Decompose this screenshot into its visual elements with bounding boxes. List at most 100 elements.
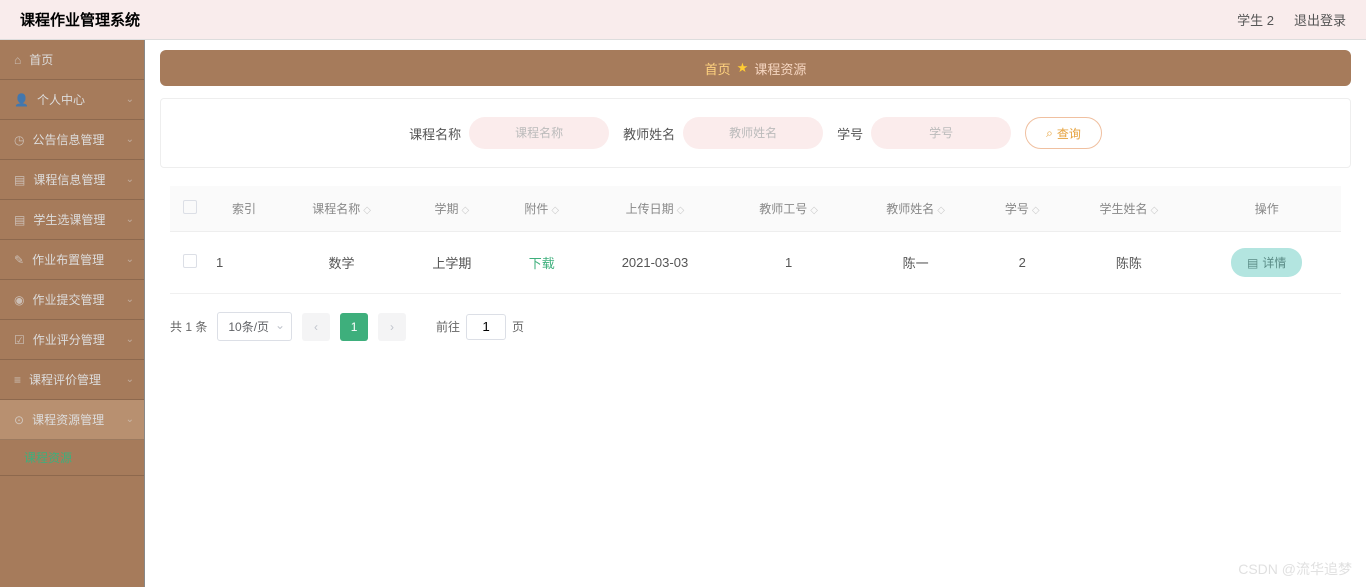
pagesize-select[interactable]: 10条/页	[217, 312, 292, 341]
col-term[interactable]: 学期◇	[405, 186, 499, 232]
app-title: 课程作业管理系统	[20, 9, 140, 30]
col-sid[interactable]: 学号◇	[979, 186, 1065, 232]
sort-icon: ◇	[937, 205, 945, 216]
sidebar-item-label: 学生选课管理	[33, 211, 105, 228]
sidebar-item-resource[interactable]: ⊙ 课程资源管理 ⌄	[0, 400, 144, 440]
cell-sid: 2	[979, 232, 1065, 294]
sidebar-item-notice[interactable]: ◷ 公告信息管理 ⌄	[0, 120, 144, 160]
sort-icon: ◇	[1151, 205, 1159, 216]
teacher-name-input[interactable]	[683, 117, 823, 149]
data-table-wrap: 索引 课程名称◇ 学期◇ 附件◇ 上传日期◇ 教师工号◇ 教师姓名◇ 学号◇ 学…	[160, 186, 1351, 341]
sidebar-item-label: 课程资源管理	[32, 411, 104, 428]
page-number[interactable]: 1	[340, 313, 368, 341]
col-attachment[interactable]: 附件◇	[499, 186, 585, 232]
goto-suffix: 页	[512, 318, 524, 335]
sort-icon: ◇	[363, 205, 371, 216]
header: 课程作业管理系统 学生 2 退出登录	[0, 0, 1366, 40]
home-icon: ⌂	[14, 53, 21, 67]
chevron-down-icon: ⌄	[126, 294, 134, 305]
sort-icon: ◇	[677, 205, 685, 216]
search-button-label: 查询	[1057, 125, 1081, 142]
sort-icon: ◇	[551, 205, 559, 216]
col-tid[interactable]: 教师工号◇	[725, 186, 852, 232]
sidebar-item-label: 课程信息管理	[33, 171, 105, 188]
sidebar: ⌂ 首页 👤 个人中心 ⌄ ◷ 公告信息管理 ⌄ ▤ 课程信息管理 ⌄ ▤ 学生…	[0, 40, 145, 587]
cell-date: 2021-03-03	[585, 232, 725, 294]
search-icon: ⌕	[1046, 126, 1053, 141]
chevron-down-icon: ⌄	[126, 94, 134, 105]
student-id-input[interactable]	[871, 117, 1011, 149]
search-panel: 课程名称 教师姓名 学号 ⌕ 查询	[160, 98, 1351, 168]
sidebar-item-label: 个人中心	[37, 91, 85, 108]
teacher-name-label: 教师姓名	[623, 124, 675, 143]
next-page-button[interactable]: ›	[378, 313, 406, 341]
checkbox-row[interactable]	[183, 254, 197, 268]
pagination: 共 1 条 10条/页 ‹ 1 › 前往 页	[170, 312, 1341, 341]
sidebar-item-score[interactable]: ☑ 作业评分管理 ⌄	[0, 320, 144, 360]
document-icon: ▤	[1247, 256, 1258, 270]
checkbox-all[interactable]	[183, 200, 197, 214]
cell-tname: 陈一	[852, 232, 979, 294]
col-course[interactable]: 课程名称◇	[278, 186, 405, 232]
user-link[interactable]: 学生 2	[1237, 10, 1274, 29]
col-sname[interactable]: 学生姓名◇	[1065, 186, 1192, 232]
breadcrumb-current: 课程资源	[754, 59, 806, 78]
sidebar-item-label: 作业评分管理	[33, 331, 105, 348]
assign-icon: ✎	[14, 253, 24, 267]
col-action: 操作	[1192, 186, 1341, 232]
sidebar-item-home[interactable]: ⌂ 首页	[0, 40, 144, 80]
detail-button[interactable]: ▤ 详情	[1231, 248, 1302, 277]
sort-icon: ◇	[461, 205, 469, 216]
bell-icon: ◷	[14, 133, 24, 147]
sidebar-item-label: 作业提交管理	[32, 291, 104, 308]
cell-course: 数学	[278, 232, 405, 294]
sidebar-item-selection[interactable]: ▤ 学生选课管理 ⌄	[0, 200, 144, 240]
chevron-down-icon: ⌄	[126, 214, 134, 225]
sort-icon: ◇	[1032, 205, 1040, 216]
sidebar-item-label: 课程评价管理	[29, 371, 101, 388]
data-table: 索引 课程名称◇ 学期◇ 附件◇ 上传日期◇ 教师工号◇ 教师姓名◇ 学号◇ 学…	[170, 186, 1341, 294]
star-icon: ★	[737, 60, 749, 76]
sidebar-item-assign[interactable]: ✎ 作业布置管理 ⌄	[0, 240, 144, 280]
sidebar-item-profile[interactable]: 👤 个人中心 ⌄	[0, 80, 144, 120]
submit-icon: ◉	[14, 293, 24, 307]
chevron-down-icon: ⌄	[126, 374, 134, 385]
chevron-down-icon: ⌄	[126, 414, 134, 425]
col-index[interactable]: 索引	[210, 186, 278, 232]
cell-tid: 1	[725, 232, 852, 294]
watermark: CSDN @流华追梦	[1238, 559, 1352, 579]
sort-icon: ◇	[810, 205, 818, 216]
user-icon: 👤	[14, 93, 29, 107]
book-icon: ▤	[14, 173, 25, 187]
student-id-label: 学号	[837, 124, 863, 143]
sidebar-item-course-info[interactable]: ▤ 课程信息管理 ⌄	[0, 160, 144, 200]
cell-index: 1	[210, 232, 278, 294]
sidebar-subitem-resource[interactable]: 课程资源	[0, 440, 144, 476]
goto-prefix: 前往	[436, 318, 460, 335]
sidebar-item-review[interactable]: ≡ 课程评价管理 ⌄	[0, 360, 144, 400]
col-date[interactable]: 上传日期◇	[585, 186, 725, 232]
course-name-label: 课程名称	[409, 124, 461, 143]
main-content: 首页 ★ 课程资源 课程名称 教师姓名 学号 ⌕ 查询	[145, 40, 1366, 587]
logout-link[interactable]: 退出登录	[1294, 10, 1346, 29]
chevron-down-icon: ⌄	[126, 334, 134, 345]
col-tname[interactable]: 教师姓名◇	[852, 186, 979, 232]
sidebar-item-submit[interactable]: ◉ 作业提交管理 ⌄	[0, 280, 144, 320]
col-checkbox	[170, 186, 210, 232]
prev-page-button[interactable]: ‹	[302, 313, 330, 341]
cell-term: 上学期	[405, 232, 499, 294]
download-link[interactable]: 下载	[529, 256, 555, 271]
score-icon: ☑	[14, 333, 25, 347]
cell-sname: 陈陈	[1065, 232, 1192, 294]
search-button[interactable]: ⌕ 查询	[1025, 117, 1102, 149]
course-name-input[interactable]	[469, 117, 609, 149]
detail-button-label: 详情	[1262, 254, 1286, 271]
table-row: 1 数学 上学期 下载 2021-03-03 1 陈一 2 陈陈 ▤ 详情	[170, 232, 1341, 294]
sidebar-subitem-label: 课程资源	[24, 449, 72, 466]
breadcrumb-home[interactable]: 首页	[705, 59, 731, 78]
goto-input[interactable]	[466, 314, 506, 340]
header-right: 学生 2 退出登录	[1237, 10, 1346, 29]
chevron-down-icon: ⌄	[126, 174, 134, 185]
sidebar-item-label: 公告信息管理	[32, 131, 104, 148]
breadcrumb: 首页 ★ 课程资源	[160, 50, 1351, 86]
